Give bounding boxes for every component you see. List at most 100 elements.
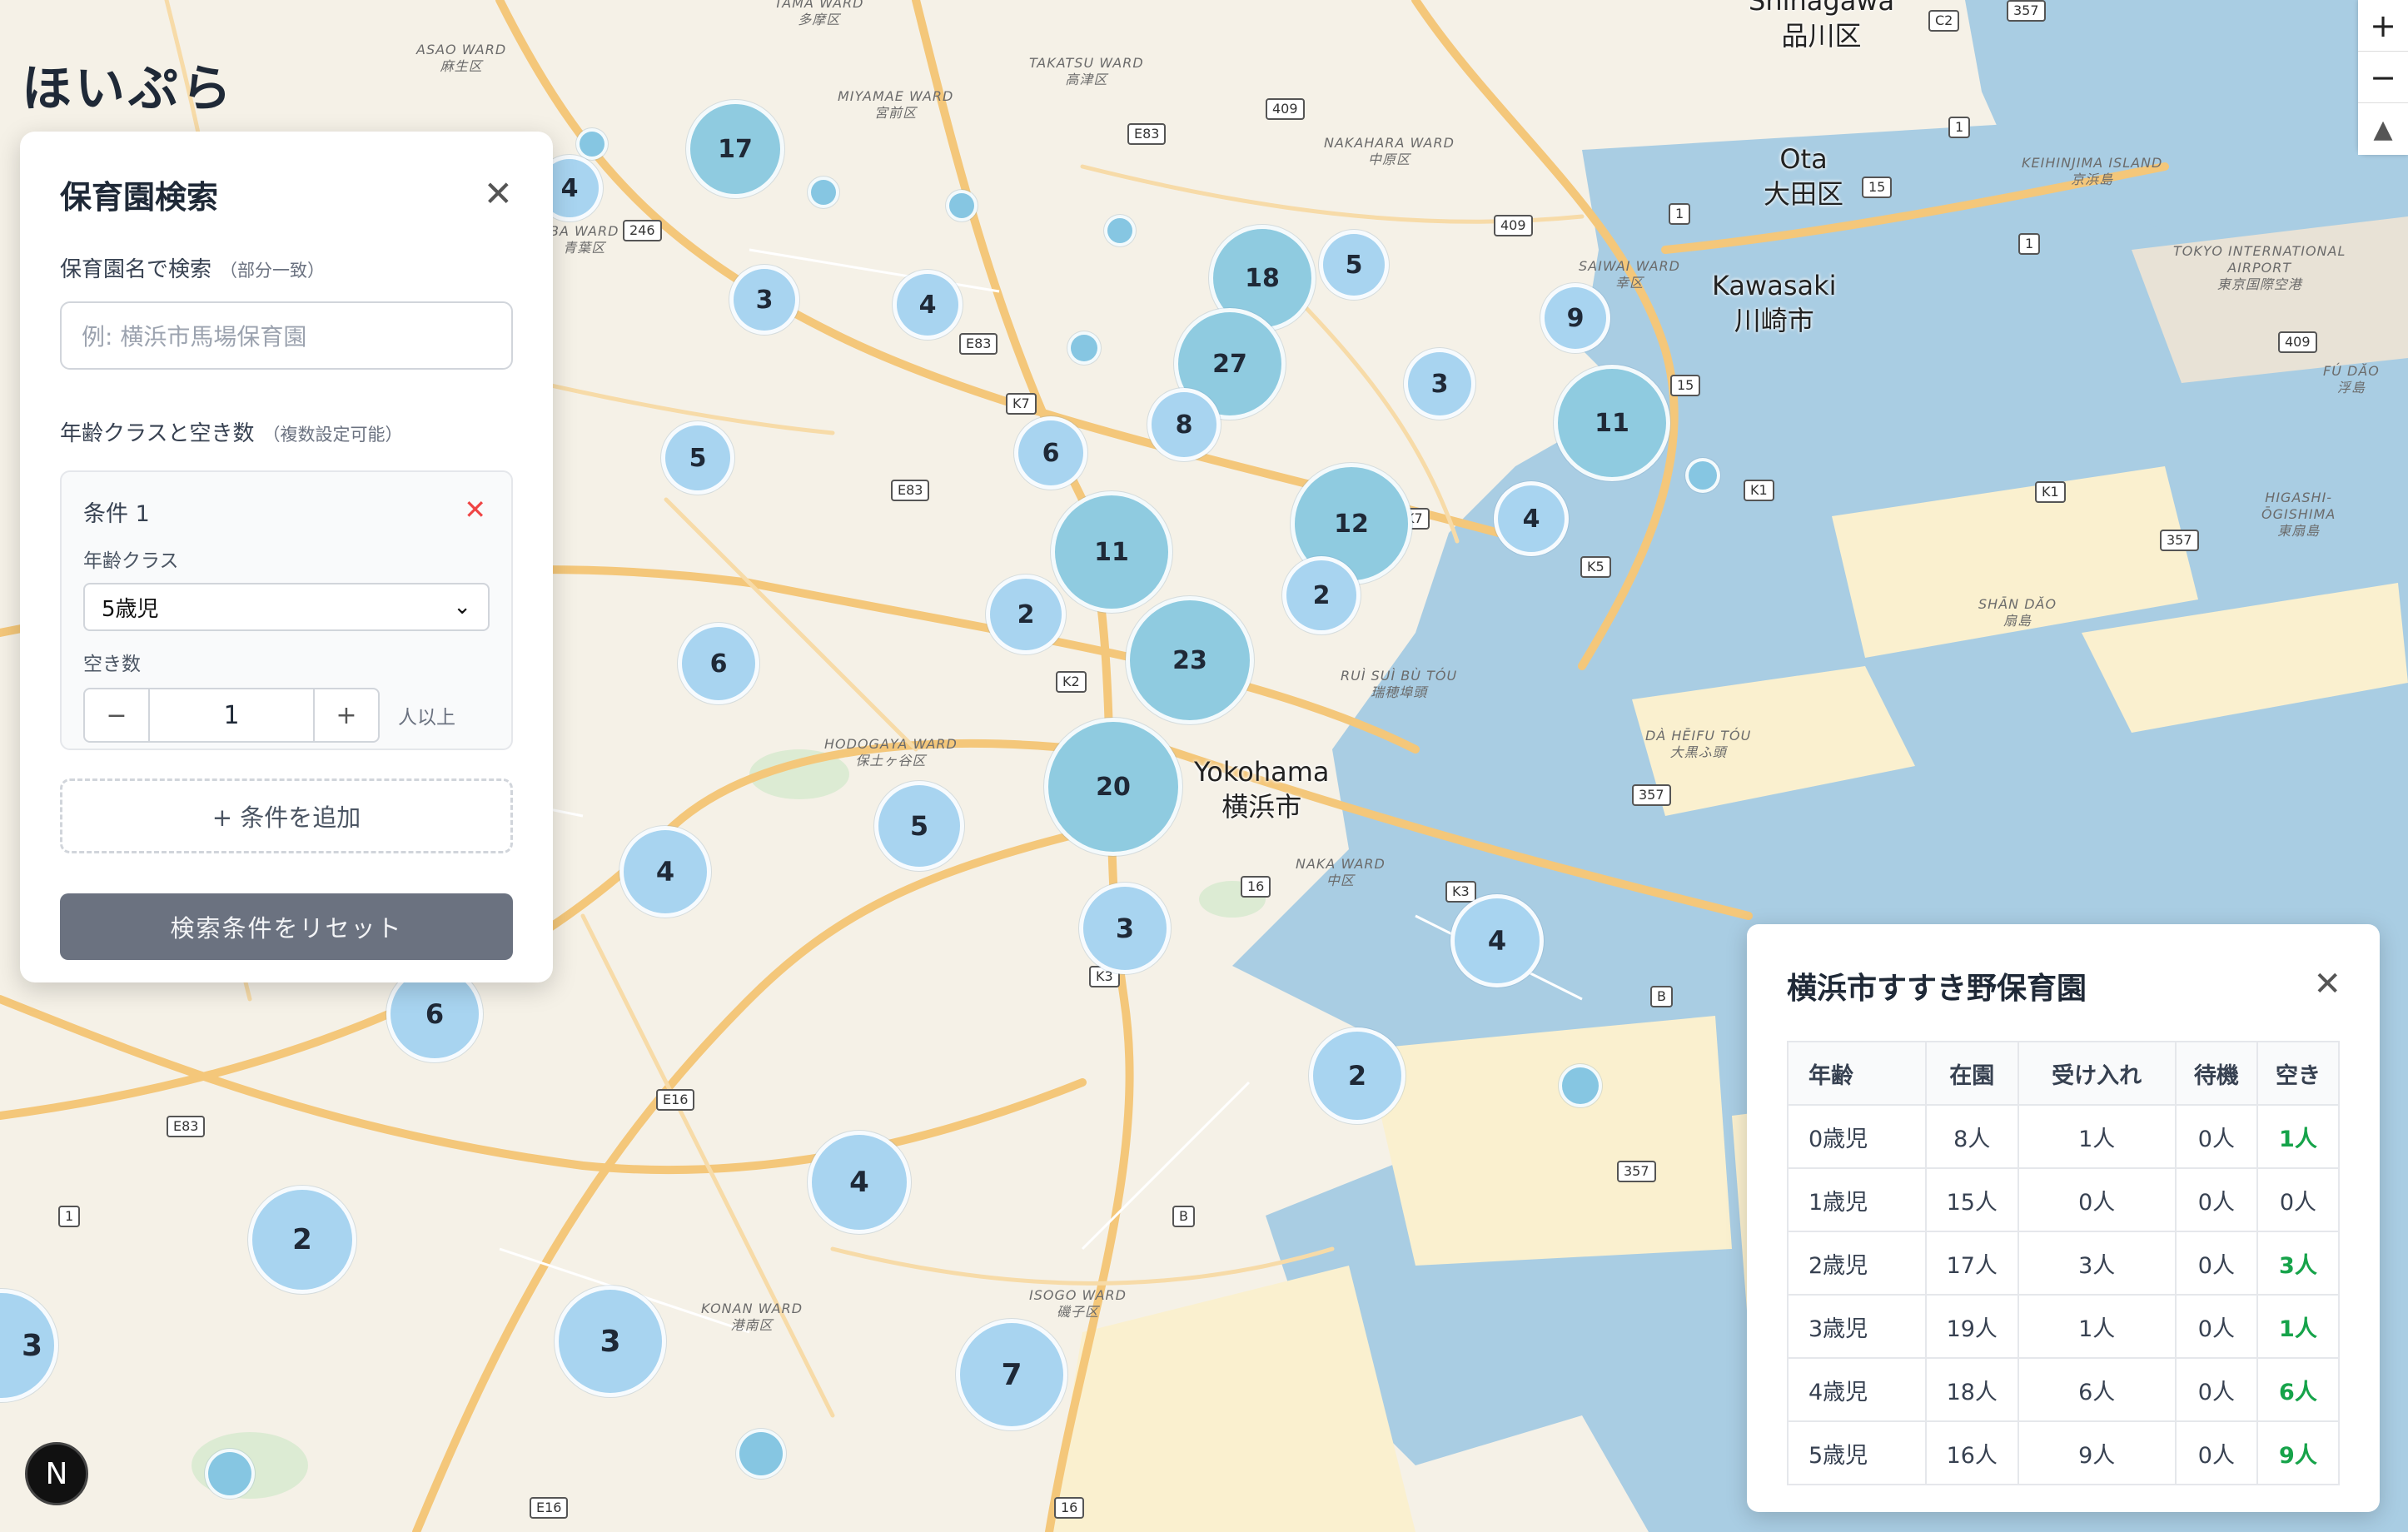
nursery-cluster[interactable]: 3	[1079, 883, 1171, 974]
ward-label-nakahara: NAKAHARA WARD 中原区	[1324, 135, 1455, 167]
ward-label-miyamae: MIYAMAE WARD 宮前区	[838, 88, 954, 121]
road-shield: 15	[1862, 177, 1893, 198]
table-cell: 3歳児	[1787, 1294, 1927, 1359]
nursery-marker[interactable]	[1559, 1064, 1602, 1107]
nursery-cluster[interactable]: 2	[986, 574, 1066, 654]
nursery-cluster[interactable]: 11	[1051, 491, 1172, 613]
road-shield: 246	[623, 220, 662, 241]
close-icon[interactable]: ✕	[2313, 967, 2341, 1001]
nursery-cluster[interactable]: 3	[555, 1286, 666, 1397]
nursery-marker[interactable]	[576, 128, 608, 160]
table-row: 0歳児 8人 1人 0人 1人	[1787, 1104, 2341, 1169]
vacancy-stepper: − 1 + 人以上	[83, 688, 490, 743]
table-cell: 3人	[2017, 1231, 2177, 1296]
name-search-input[interactable]: 例: 横浜市馬場保育園	[60, 301, 513, 370]
nursery-cluster[interactable]: 6	[678, 623, 759, 704]
ward-label-tama: TAMA WARD 多摩区	[774, 0, 864, 27]
nursery-marker[interactable]	[205, 1449, 255, 1499]
compass-button[interactable]: ▲	[2358, 103, 2408, 155]
ward-label-hodogaya: HODOGAYA WARD 保土ヶ谷区	[824, 736, 958, 768]
vacancy-value-input[interactable]: 1	[150, 688, 313, 743]
nursery-cluster[interactable]: 3	[1404, 348, 1475, 420]
nursery-cluster[interactable]: 2	[1309, 1027, 1405, 1124]
search-panel-title: 保育園検索	[60, 179, 219, 216]
nursery-cluster[interactable]: 9	[1540, 283, 1610, 353]
nursery-marker[interactable]	[1685, 458, 1720, 493]
nursery-marker[interactable]	[1104, 215, 1136, 246]
table-cell: 2歳児	[1787, 1231, 1927, 1296]
column-header: 受け入れ	[2017, 1041, 2177, 1106]
age-class-hint: （複数設定可能）	[262, 425, 403, 445]
nursery-cluster[interactable]: 8	[1147, 388, 1221, 461]
nursery-cluster[interactable]: 23	[1126, 596, 1254, 724]
table-cell: 16人	[1925, 1420, 2019, 1485]
nursery-cluster[interactable]: 6	[1014, 416, 1087, 490]
table-header-row: 年齢 在園 受け入れ 待機 空き	[1787, 1041, 2341, 1106]
road-shield: K7	[1006, 393, 1037, 415]
city-label-kawasaki: Kawasaki 川崎市	[1712, 270, 1837, 336]
nursery-cluster[interactable]: 4	[619, 826, 711, 918]
road-shield: E83	[891, 480, 930, 501]
road-shield: E83	[167, 1116, 206, 1137]
decrement-button[interactable]: −	[83, 688, 150, 743]
nursery-cluster[interactable]: 5	[1319, 230, 1389, 300]
nursery-marker[interactable]	[736, 1429, 786, 1479]
road-shield: C2	[1928, 10, 1960, 32]
nursery-cluster[interactable]: 5	[874, 781, 964, 871]
table-cell: 5歳児	[1787, 1420, 1927, 1485]
table-cell: 9人	[2256, 1420, 2341, 1485]
nursery-cluster[interactable]: 11	[1554, 365, 1670, 481]
condition-title: 条件 1	[83, 501, 150, 527]
nursery-marker[interactable]	[808, 177, 839, 208]
zoom-in-button[interactable]: +	[2358, 0, 2408, 52]
nursery-marker[interactable]	[1067, 331, 1101, 365]
age-class-label-text: 年齢クラスと空き数	[60, 421, 255, 446]
island-label-shandao: SHĀN DĂO 扇島	[1978, 596, 2057, 629]
table-cell: 1人	[2256, 1294, 2341, 1359]
remove-condition-icon[interactable]: ✕	[464, 494, 486, 525]
chevron-down-icon: ⌄	[453, 594, 471, 619]
road-shield: 357	[1632, 784, 1671, 806]
road-shield: 1	[1669, 203, 1691, 225]
nursery-cluster[interactable]: 4	[1494, 481, 1569, 556]
nursery-detail-title: 横浜市すすき野保育園	[1787, 972, 2087, 1006]
table-cell: 0人	[2174, 1420, 2258, 1485]
table-cell: 1人	[2256, 1104, 2341, 1169]
table-cell: 18人	[1925, 1357, 2019, 1422]
nursery-cluster[interactable]: 3	[729, 265, 799, 335]
nursery-cluster[interactable]: 17	[686, 100, 784, 198]
ward-label-isogo: ISOGO WARD 磯子区	[1029, 1287, 1127, 1320]
close-icon[interactable]: ✕	[484, 177, 513, 211]
table-cell: 0人	[2017, 1167, 2177, 1232]
airport-label: TOKYO INTERNATIONAL AIRPORT 東京国際空港	[2173, 243, 2346, 292]
road-shield: K3	[1445, 881, 1476, 903]
vacancy-label: 空き数	[83, 654, 141, 675]
column-header: 空き	[2256, 1041, 2341, 1106]
road-shield: 16	[1054, 1497, 1085, 1519]
nursery-cluster[interactable]: 2	[1282, 556, 1361, 634]
ward-label-takatsu: TAKATSU WARD 高津区	[1029, 55, 1144, 87]
road-shield: 16	[1241, 876, 1271, 898]
age-class-select[interactable]: 5歳児 ⌄	[83, 583, 490, 631]
table-cell: 1歳児	[1787, 1167, 1927, 1232]
zoom-out-button[interactable]: −	[2358, 52, 2408, 103]
capacity-table: 年齢 在園 受け入れ 待機 空き 0歳児 8人 1人 0人 1人 1歳児 15人…	[1787, 1041, 2341, 1485]
road-shield: K1	[1744, 480, 1774, 501]
add-condition-button[interactable]: + 条件を追加	[60, 778, 513, 853]
table-cell: 9人	[2017, 1420, 2177, 1485]
next-badge-icon[interactable]: N	[25, 1442, 88, 1505]
nursery-cluster[interactable]: 20	[1044, 718, 1182, 856]
table-cell: 17人	[1925, 1231, 2019, 1296]
nursery-cluster[interactable]: 4	[1450, 894, 1544, 987]
reset-search-button[interactable]: 検索条件をリセット	[60, 893, 513, 960]
nursery-cluster[interactable]: 4	[808, 1131, 911, 1234]
map-zoom-controls: + − ▲	[2358, 0, 2408, 155]
road-shield: K2	[1056, 671, 1087, 693]
nursery-marker[interactable]	[946, 190, 978, 221]
pier-label-ruisui: RUÌ SUÌ BÙ TÓU 瑞穂埠頭	[1341, 668, 1458, 700]
nursery-cluster[interactable]: 4	[893, 270, 963, 340]
nursery-cluster[interactable]: 2	[248, 1186, 356, 1294]
nursery-cluster[interactable]: 5	[661, 421, 734, 495]
nursery-cluster[interactable]: 7	[956, 1319, 1067, 1430]
increment-button[interactable]: +	[313, 688, 380, 743]
